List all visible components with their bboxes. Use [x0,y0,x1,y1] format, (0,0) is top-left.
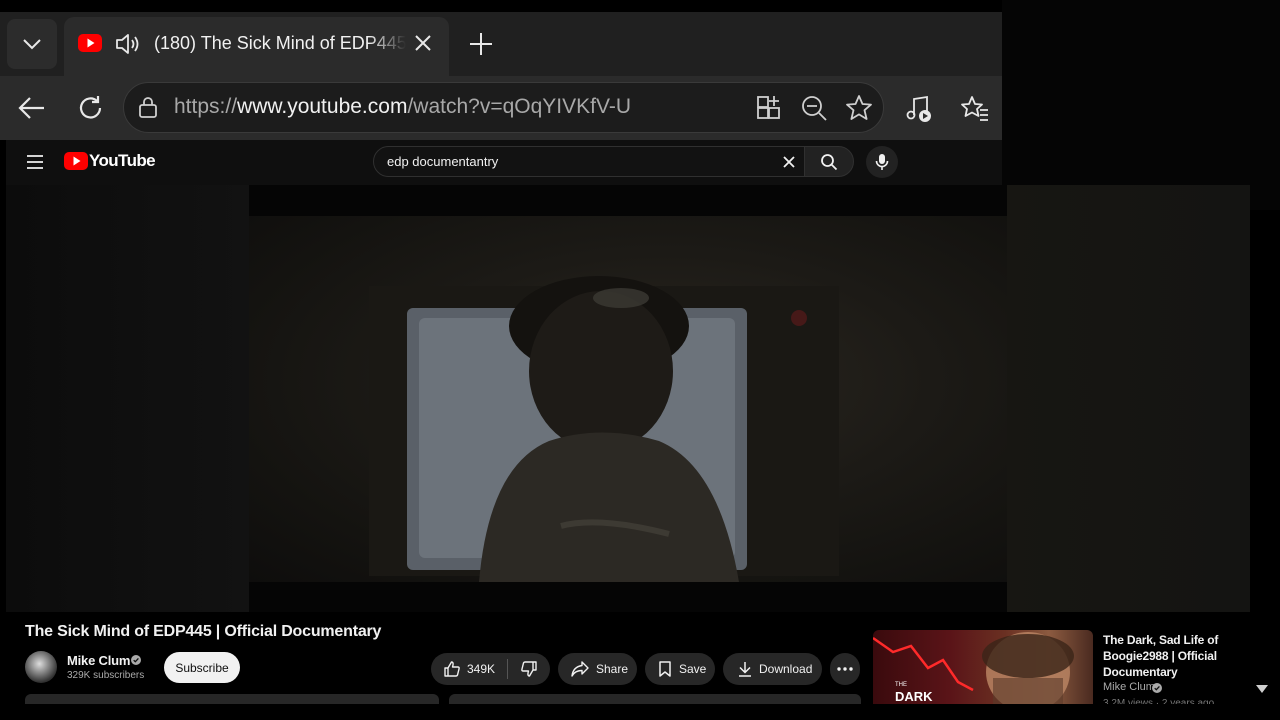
verified-icon [131,655,141,665]
comments-box[interactable] [449,694,861,704]
video-frame-image [369,276,839,582]
more-horizontal-icon [837,667,853,671]
more-actions-button[interactable] [830,653,860,685]
new-tab-icon[interactable] [467,30,495,58]
related-channel-name[interactable]: Mike Clum [1103,681,1155,693]
background-dark-region [1002,0,1280,210]
voice-search-button[interactable] [866,146,898,178]
search-icon [821,153,838,170]
tab-actions-button[interactable] [7,19,57,69]
like-count: 349K [467,662,496,676]
video-title: The Sick Mind of EDP445 | Official Docum… [25,623,382,640]
dislike-button[interactable] [508,653,550,685]
subscribe-button[interactable]: Subscribe [164,652,240,683]
related-thumb-text: DARK [895,689,933,704]
like-button[interactable]: 349K [431,653,507,685]
tab-title: (180) The Sick Mind of EDP445 | Official… [154,33,406,53]
chevron-down-icon [23,39,41,50]
video-player[interactable] [249,216,1007,582]
svg-text:THE: THE [895,682,907,688]
download-icon [739,662,751,677]
share-label: Share [596,662,629,676]
related-thumbnail-image: THE DARK [873,632,1074,704]
thumbs-down-icon [521,661,537,677]
channel-name[interactable]: Mike Clum [67,653,130,668]
download-button[interactable]: Download [723,653,822,685]
favorite-star-icon[interactable] [845,94,873,122]
related-video-title[interactable]: The Dark, Sad Life of Boogie2988 | Offic… [1103,632,1243,680]
url-prefix: https:// [174,95,238,118]
youtube-logo-icon[interactable] [64,152,88,170]
subscriber-count: 329K subscribers [67,670,145,681]
youtube-icon [78,34,102,52]
app-grid-icon[interactable] [755,94,783,122]
share-button[interactable]: Share [558,653,637,685]
scroll-down-arrow-icon[interactable] [1254,683,1270,695]
related-video-thumbnail[interactable]: THE DARK [873,630,1093,704]
video-letterbox-bottom [249,582,1007,612]
speaker-icon[interactable] [114,31,142,57]
favorites-list-icon[interactable] [960,94,990,124]
microphone-icon [875,154,889,170]
verified-icon [1152,683,1162,693]
save-button[interactable]: Save [645,653,715,685]
bookmark-icon [659,661,671,677]
reload-icon[interactable] [76,93,106,123]
url-domain: www.youtube.com [237,95,408,118]
description-box[interactable] [25,694,439,704]
like-dislike-group: 349K [431,653,550,685]
search-button[interactable] [804,146,854,177]
back-icon[interactable] [16,93,48,123]
clear-search-icon[interactable] [781,154,797,170]
search-input-value[interactable]: edp documentantry [387,154,498,169]
media-icon[interactable] [903,94,933,124]
thumbs-up-icon [444,661,460,677]
save-label: Save [679,662,707,676]
close-icon[interactable] [411,31,435,55]
url-path: /watch?v=qOqYIVKfV-U [407,95,631,118]
screen-bottom-edge [0,704,1280,720]
video-letterbox-top [249,185,1007,216]
hamburger-menu-icon[interactable] [26,154,44,170]
download-label: Download [759,662,813,676]
zoom-out-icon[interactable] [800,94,828,122]
share-icon [571,661,589,677]
youtube-logo-text[interactable]: YouTube [89,151,156,171]
url-text[interactable]: https://www.youtube.com/watch?v=qOqYIVKf… [174,95,631,119]
lock-icon[interactable] [137,96,159,118]
channel-avatar[interactable] [25,651,57,683]
